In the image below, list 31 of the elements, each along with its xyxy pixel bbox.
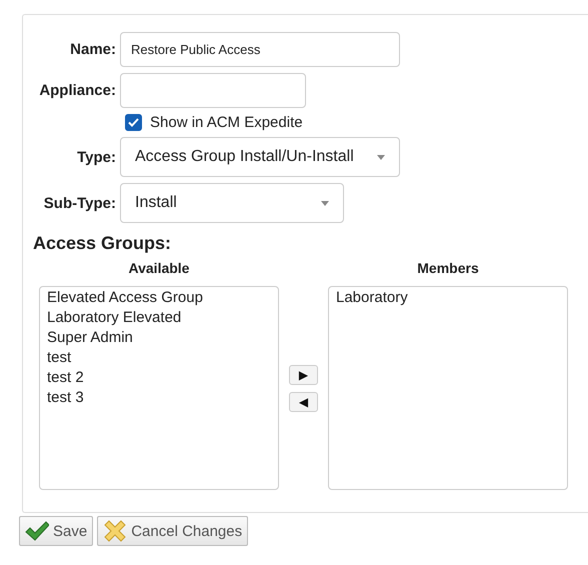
field-label: Appliance: (38, 82, 116, 99)
list-item[interactable]: test 2 (47, 368, 271, 388)
cancel-button[interactable]: Cancel Changes (97, 516, 248, 546)
field-label: Name: (69, 41, 116, 58)
list-item[interactable]: Elevated Access Group (47, 288, 271, 308)
list-item[interactable]: Super Admin (47, 328, 271, 348)
section-title: Access Groups: (33, 233, 172, 254)
field-label: Sub-Type: (42, 194, 116, 212)
appliance-field[interactable] (120, 73, 306, 108)
checkmark-icon (25, 521, 49, 541)
type-select[interactable]: Access Group Install/Un-Install (120, 137, 400, 177)
available-list[interactable]: Elevated Access Group Laboratory Elevated Super Admin test test 2 test 3 (39, 286, 279, 490)
move-button[interactable]: ◀ (289, 392, 318, 412)
check-icon (128, 118, 139, 127)
caret-icon (377, 154, 385, 160)
members-list[interactable]: Laboratory (328, 286, 568, 490)
list-heading: Members (417, 260, 479, 276)
save-button[interactable]: Save (19, 516, 94, 546)
list-item[interactable]: Laboratory (336, 288, 560, 308)
list-item[interactable]: test 3 (47, 388, 271, 408)
checkbox[interactable] (125, 114, 142, 131)
list-item[interactable]: test (47, 348, 271, 368)
checkbox-label: Show in ACM Expedite (150, 114, 303, 131)
list-heading: Available (128, 260, 190, 276)
move-button[interactable]: ▶ (289, 365, 318, 385)
cross-icon (103, 519, 128, 543)
list-item[interactable]: Laboratory Elevated (47, 308, 271, 328)
caret-icon (321, 200, 329, 206)
field-label: Type: (76, 148, 116, 166)
sub-type-select[interactable]: Install (120, 183, 344, 223)
name-field[interactable]: Restore Public Access (120, 32, 400, 67)
